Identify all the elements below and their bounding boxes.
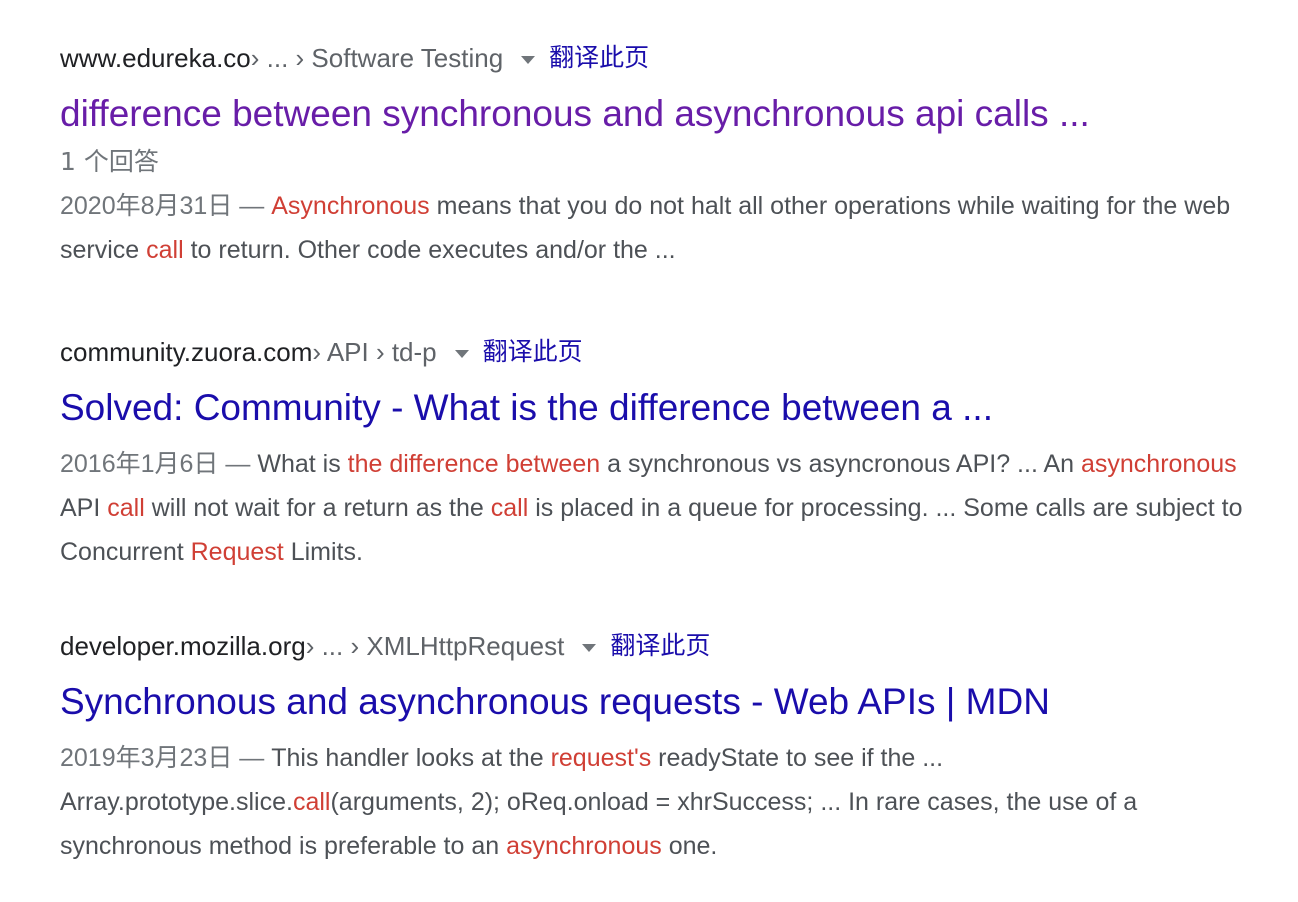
snippet-text: This handler looks at the	[271, 744, 551, 772]
result-domain: www.edureka.co	[60, 43, 251, 73]
result-title-link[interactable]: Synchronous and asynchronous requests - …	[60, 680, 1280, 724]
snippet-highlight: Request	[190, 538, 284, 566]
snippet-text: one.	[661, 832, 718, 860]
translate-page-link[interactable]: 翻译此页	[610, 628, 710, 664]
snippet-highlight: call	[107, 494, 145, 522]
result-cite: community.zuora.com › API › td-p 翻译此页	[60, 334, 1280, 370]
result-domain: community.zuora.com	[60, 337, 313, 367]
answer-count: 1 个回答	[60, 147, 159, 176]
snippet-highlight: call	[146, 236, 184, 264]
snippet-highlight: Asynchronous	[271, 192, 430, 220]
snippet-text: What is	[257, 450, 348, 478]
snippet-text: will not wait for a return as the	[144, 494, 491, 522]
search-result: www.edureka.co › ... › Software Testing …	[60, 40, 1280, 272]
result-snippet: 2016年1月6日 — What is the difference betwe…	[60, 442, 1280, 574]
result-cite: developer.mozilla.org › ... › XMLHttpReq…	[60, 628, 1280, 664]
translate-page-link[interactable]: 翻译此页	[549, 40, 649, 76]
result-date: 2016年1月6日	[60, 450, 219, 478]
search-result: developer.mozilla.org › ... › XMLHttpReq…	[60, 628, 1280, 868]
date-separator: —	[232, 744, 272, 772]
result-domain: developer.mozilla.org	[60, 631, 306, 661]
result-cite: www.edureka.co › ... › Software Testing …	[60, 40, 1280, 76]
result-title-link[interactable]: Solved: Community - What is the differen…	[60, 386, 1280, 430]
dropdown-arrow-icon[interactable]	[521, 56, 536, 64]
translate-page-link[interactable]: 翻译此页	[483, 334, 583, 370]
snippet-text: to return. Other code executes and/or th…	[183, 236, 676, 264]
snippet-highlight: call	[490, 494, 529, 522]
snippet-text: API	[60, 494, 108, 522]
snippet-text: a synchronous vs asyncronous API? ... An	[600, 450, 1081, 478]
result-snippet: 2019年3月23日 — This handler looks at the r…	[60, 736, 1280, 868]
result-breadcrumb: › ... › XMLHttpRequest	[305, 631, 565, 661]
result-breadcrumb: › API › td-p	[312, 337, 437, 367]
result-date: 2019年3月23日	[60, 744, 233, 772]
date-separator: —	[218, 450, 258, 478]
snippet-text: Limits.	[283, 538, 363, 566]
date-separator: —	[232, 192, 272, 220]
snippet-highlight: call	[292, 788, 331, 816]
result-breadcrumb: › ... › Software Testing	[250, 43, 504, 73]
result-snippet: 2020年8月31日 — Asynchronous means that you…	[60, 184, 1280, 272]
snippet-highlight: asynchronous	[506, 832, 662, 860]
result-title-link[interactable]: difference between synchronous and async…	[60, 92, 1280, 136]
snippet-highlight: request's	[550, 744, 652, 772]
result-date: 2020年8月31日	[60, 192, 233, 220]
snippet-highlight: asynchronous	[1080, 450, 1237, 478]
dropdown-arrow-icon[interactable]	[582, 644, 597, 652]
dropdown-arrow-icon[interactable]	[454, 350, 469, 358]
snippet-highlight: the difference between	[347, 450, 601, 478]
search-result: community.zuora.com › API › td-p 翻译此页 So…	[60, 334, 1280, 574]
